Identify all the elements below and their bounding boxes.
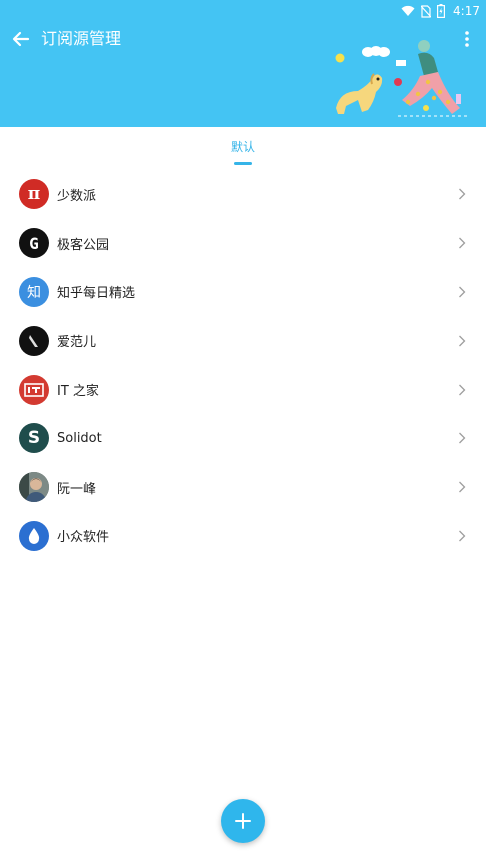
ruanyifeng-photo-avatar: [19, 472, 49, 503]
list-item[interactable]: IT 之家: [0, 365, 486, 414]
header-illustration: [335, 40, 468, 117]
list-item[interactable]: 知 知乎每日精选: [0, 268, 486, 317]
list-item-label: 爱范儿: [57, 335, 97, 351]
chevron-right-icon: [459, 530, 466, 542]
page-title: 订阅源管理: [41, 29, 122, 48]
tab-indicator: [234, 162, 252, 165]
chevron-right-icon: [459, 188, 466, 200]
back-arrow-icon[interactable]: [10, 28, 32, 50]
chevron-right-icon: [459, 286, 466, 298]
ifanr-icon: [19, 325, 49, 356]
chevron-right-icon: [459, 384, 466, 396]
list-item-label: 小众软件: [57, 530, 110, 546]
app-header: 4:17 订阅源管理: [0, 0, 486, 127]
chevron-right-icon: [459, 432, 466, 444]
no-sim-icon: [421, 4, 432, 18]
list-item-label: 知乎每日精选: [57, 286, 136, 302]
tab-default[interactable]: 默认: [0, 138, 486, 155]
list-item[interactable]: S Solidot: [0, 414, 486, 463]
sspai-pi-icon: π: [19, 179, 49, 210]
list-item-label: 少数派: [57, 188, 97, 204]
subscription-list: π 少数派 G 极客公园 知 知乎每日精选 爱范儿 IT 之家 S Solido…: [0, 170, 486, 560]
list-item[interactable]: 阮一峰: [0, 463, 486, 512]
list-item[interactable]: π 少数派: [0, 170, 486, 219]
plus-icon: [235, 813, 251, 829]
tab-bar: 默认: [0, 127, 486, 167]
list-item[interactable]: 爱范儿: [0, 316, 486, 365]
battery-icon: [437, 4, 446, 18]
list-item-label: 极客公园: [57, 237, 110, 253]
list-item[interactable]: 小众软件: [0, 512, 486, 561]
chevron-right-icon: [459, 237, 466, 249]
chevron-right-icon: [459, 481, 466, 493]
list-item-label: IT 之家: [57, 384, 99, 400]
appinn-drop-icon: [19, 520, 49, 551]
chevron-right-icon: [459, 335, 466, 347]
status-time: 4:17: [453, 4, 480, 18]
add-subscription-button[interactable]: [221, 799, 265, 843]
list-item-label: 阮一峰: [57, 481, 97, 497]
zhihu-zhi-icon: 知: [19, 276, 49, 307]
status-bar: 4:17: [401, 2, 480, 20]
list-item[interactable]: G 极客公园: [0, 219, 486, 268]
solidot-s-icon: S: [19, 423, 49, 454]
ithome-icon: [19, 374, 49, 405]
geekpark-g-icon: G: [19, 228, 49, 259]
list-item-label: Solidot: [57, 430, 102, 446]
wifi-icon: [401, 5, 415, 16]
